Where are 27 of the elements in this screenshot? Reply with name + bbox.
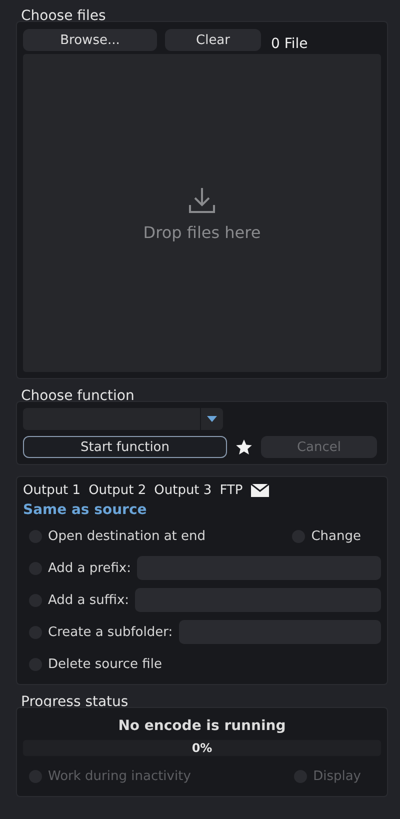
output-tab[interactable]: FTP [220, 483, 243, 498]
option-label: Delete source file [48, 656, 162, 672]
start-function-button[interactable]: Start function [23, 436, 227, 458]
mail-icon[interactable] [250, 484, 269, 497]
drop-zone[interactable]: Drop files here [23, 54, 381, 372]
option-label: Display [313, 768, 361, 784]
section-title: Choose function [20, 388, 136, 404]
browse-button[interactable]: Browse... [23, 29, 157, 51]
option-label: Add a suffix: [48, 592, 130, 608]
section-title: Choose files [20, 8, 107, 24]
option-label: Change [311, 528, 361, 544]
status-text: No encode is running [117, 718, 287, 734]
option-label: Open destination at end [48, 528, 206, 544]
output-tab[interactable]: Output 2 [88, 483, 146, 498]
option-label: Work during inactivity [48, 768, 191, 784]
option-label: Add a prefix: [48, 560, 131, 576]
clear-button[interactable]: Clear [165, 29, 261, 51]
output-tab[interactable]: Output 3 [154, 483, 212, 498]
star-icon[interactable] [235, 438, 253, 456]
output-tab[interactable]: Output 1 [23, 483, 81, 498]
destination-label[interactable]: Same as source [23, 502, 381, 518]
caret-icon [207, 416, 217, 422]
section-title: Progress status [20, 694, 130, 710]
drop-label: Drop files here [143, 222, 261, 242]
file-count: 0 File [271, 36, 308, 52]
function-dropdown[interactable] [23, 408, 223, 430]
option-label: Create a subfolder: [48, 624, 173, 640]
